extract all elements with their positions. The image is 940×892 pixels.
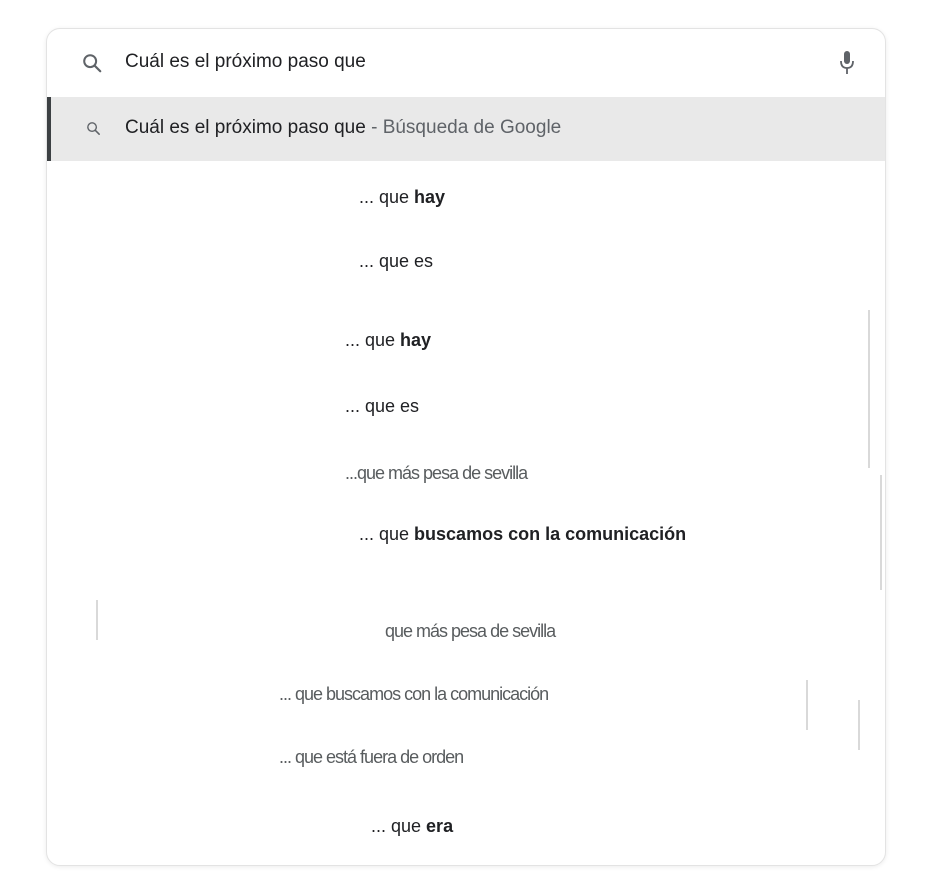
suggestion-item[interactable]: que más pesa de sevilla [385,621,556,642]
suggestion-item[interactable]: ... que era [371,816,453,837]
suggestion-item[interactable]: ... que es [345,396,419,417]
render-artifact [880,475,882,590]
render-artifact [868,310,870,468]
search-bar[interactable]: Cuál es el próximo paso que [47,29,885,97]
search-suggestions-box: Cuál es el próximo paso que Cuál es el p… [46,28,886,866]
microphone-icon[interactable] [839,50,855,76]
search-icon [87,122,100,135]
suggestion-item[interactable]: ...que más pesa de sevilla [345,463,528,484]
render-artifact [96,600,98,640]
suggestion-item[interactable]: ... que hay [345,330,431,351]
suggestion-item-google-search[interactable]: Cuál es el próximo paso que - Búsqueda d… [47,97,885,161]
suggestion-query: Cuál es el próximo paso que [125,117,366,138]
suggestion-item[interactable]: ... que es [359,251,433,272]
render-artifact [858,700,860,750]
suggestion-item[interactable]: ... que buscamos con la comunicación [279,684,549,705]
search-icon [83,54,102,73]
suggestion-suffix: - Búsqueda de Google [365,117,562,138]
render-artifact [806,680,808,730]
suggestion-item[interactable]: ... que está fuera de orden [279,747,464,768]
suggestion-item[interactable]: ... que hay [359,187,445,208]
search-input[interactable]: Cuál es el próximo paso que [125,51,366,73]
suggestion-item[interactable]: ... que buscamos con la comunicación [359,524,686,545]
